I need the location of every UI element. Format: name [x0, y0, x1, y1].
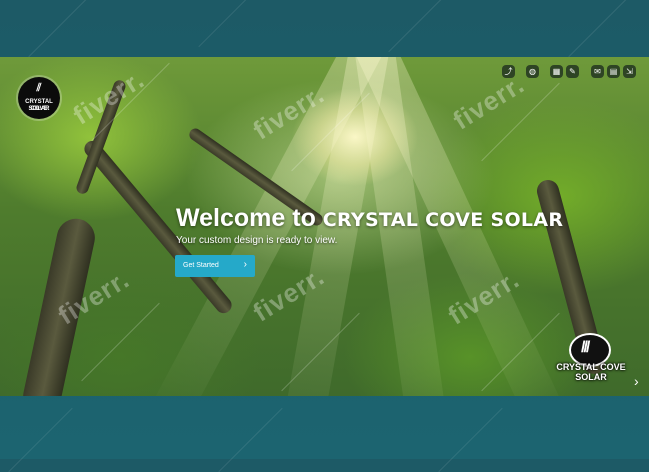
- welcome-heading: Welcome to CRYSTAL COVE SOLAR: [176, 204, 563, 233]
- background-line: [438, 407, 503, 472]
- get-started-label: Get Started: [183, 262, 219, 269]
- logo-text: CRYSTAL COVE: [556, 362, 626, 372]
- background-line: [218, 407, 283, 472]
- logo-text: SOLAR: [575, 372, 607, 382]
- next-slide-icon[interactable]: ›: [634, 373, 639, 389]
- logo-mark-icon: ⫽: [36, 82, 42, 94]
- export-icon[interactable]: ⇲: [623, 65, 636, 78]
- edit-icon[interactable]: ✎: [566, 65, 579, 78]
- brand-logo-large: /// CRYSTAL COVE SOLAR: [546, 333, 636, 383]
- globe-icon[interactable]: ◍: [526, 65, 539, 78]
- background-line: [198, 0, 263, 48]
- background-line: [388, 0, 453, 53]
- hero-section: fiverr. fiverr. fiverr. fiverr. fiverr. …: [0, 57, 649, 396]
- background-line: [568, 0, 633, 58]
- mail-icon[interactable]: ✉: [591, 65, 604, 78]
- share-icon[interactable]: ⤴: [502, 65, 515, 78]
- chevron-right-icon: ›: [243, 259, 247, 270]
- brand-logo[interactable]: ⫽ CRYSTAL COVE SOLAR: [18, 77, 60, 119]
- background-line: [28, 0, 93, 58]
- document-icon[interactable]: ▤: [607, 65, 620, 78]
- background-line: [8, 407, 73, 472]
- logo-text: SOLAR: [28, 106, 50, 112]
- welcome-prefix: Welcome to: [176, 204, 323, 232]
- get-started-button[interactable]: Get Started ›: [175, 255, 255, 277]
- grid-icon[interactable]: ▦: [550, 65, 563, 78]
- welcome-subtitle: Your custom design is ready to view.: [176, 235, 338, 246]
- watermark: fiverr.: [447, 68, 530, 136]
- welcome-brand: CRYSTAL COVE SOLAR: [322, 209, 564, 231]
